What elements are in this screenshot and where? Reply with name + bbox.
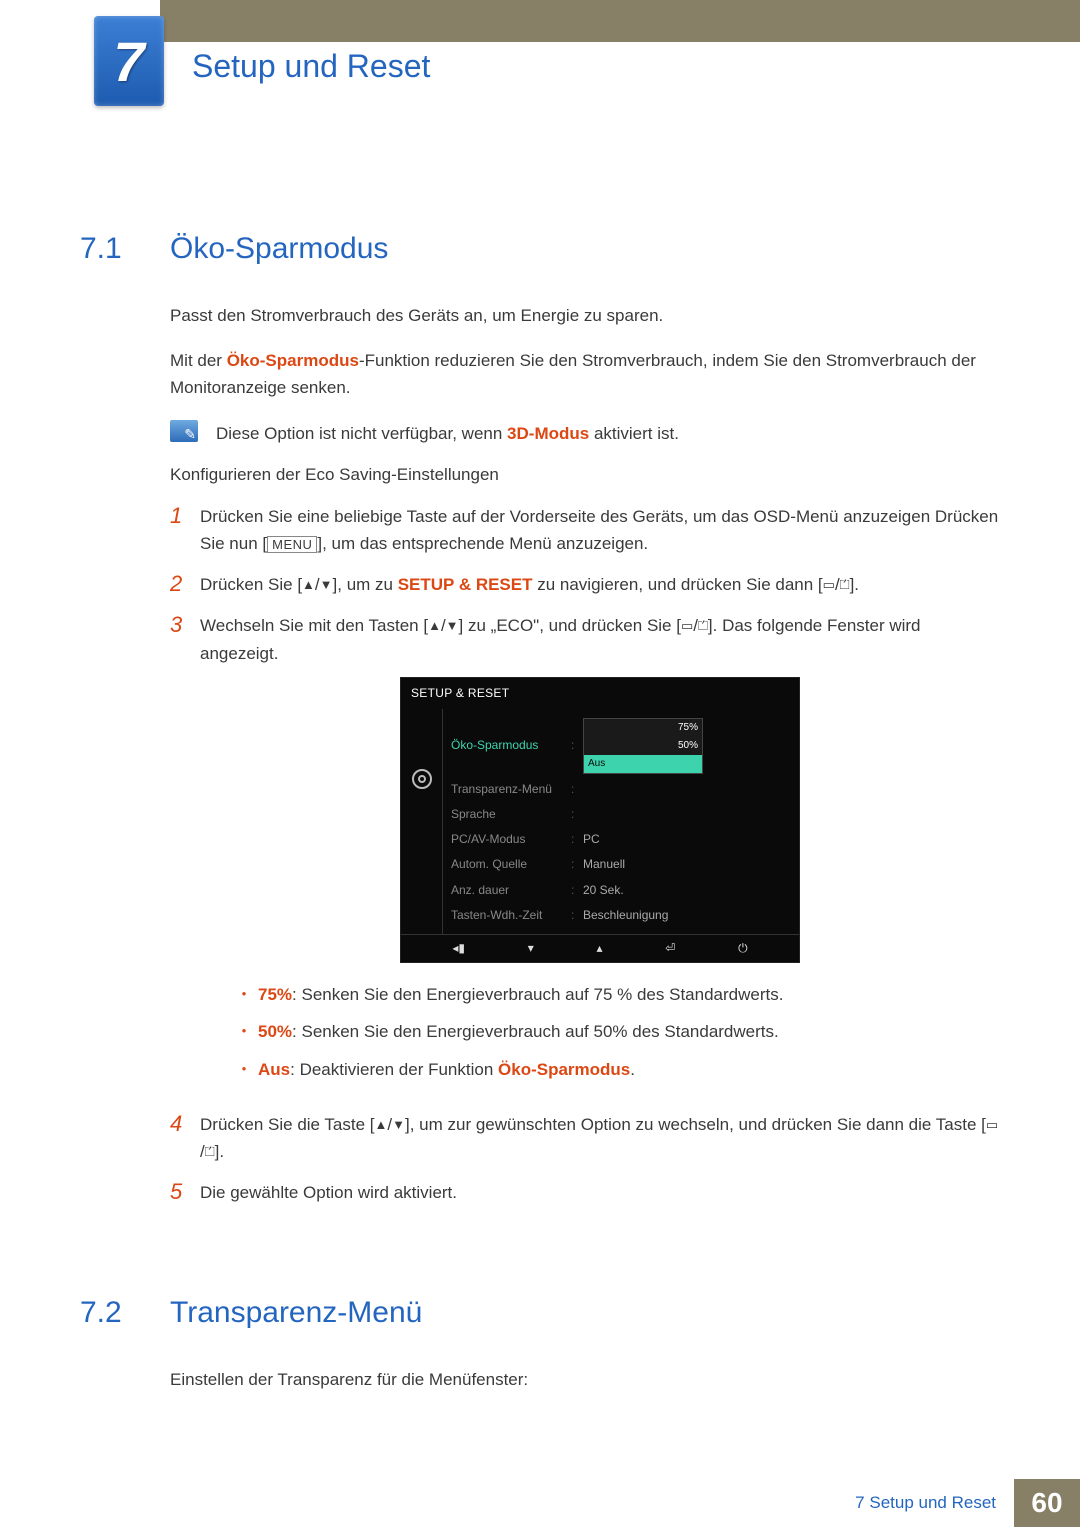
osd-screenshot: SETUP & RESET Öko-Sparmodus : 75 [400, 677, 800, 964]
chapter-title: Setup und Reset [192, 48, 430, 85]
rect-icon: ▭ [681, 616, 693, 637]
section-title: Transparenz-Menü [170, 1296, 422, 1330]
up-icon: ▲ [375, 1115, 388, 1136]
note-icon [170, 420, 198, 442]
footer-chapter-label: 7 Setup und Reset [837, 1479, 1014, 1527]
enter-icon: ⏍ [205, 1142, 215, 1163]
osd-dropdown: 75% 50% Aus [583, 718, 703, 774]
osd-menu: Öko-Sparmodus : 75% 50% Aus [443, 709, 799, 934]
menu-key: MENU [267, 536, 317, 553]
osd-nav-icon: ▾ [528, 939, 534, 958]
rect-icon: ▭ [986, 1115, 998, 1136]
gear-icon [412, 769, 432, 789]
step-number: 4 [170, 1111, 200, 1165]
osd-row: Transparenz-Menü: [443, 777, 799, 802]
step-number: 3 [170, 612, 200, 1096]
osd-row: Anz. dauer:20 Sek. [443, 878, 799, 903]
bullet-list: ● 75%: Senken Sie den Energieverbrauch a… [230, 981, 1000, 1083]
step-text: Wechseln Sie mit den Tasten [▲/▼] zu „EC… [200, 612, 1000, 1096]
list-item: ● Aus: Deaktivieren der Funktion Öko-Spa… [230, 1056, 1000, 1083]
osd-row: Autom. Quelle:Manuell [443, 852, 799, 877]
step-4: 4 Drücken Sie die Taste [▲/▼], um zur ge… [170, 1111, 1000, 1165]
osd-row: PC/AV-Modus:PC [443, 827, 799, 852]
chapter-badge: 7 [94, 16, 164, 106]
step-text: Drücken Sie die Taste [▲/▼], um zur gewü… [200, 1111, 1000, 1165]
step-2: 2 Drücken Sie [▲/▼], um zu SETUP & RESET… [170, 571, 1000, 598]
step-3: 3 Wechseln Sie mit den Tasten [▲/▼] zu „… [170, 612, 1000, 1096]
note-text: Diese Option ist nicht verfügbar, wenn 3… [216, 420, 679, 447]
paragraph: Mit der Öko-Sparmodus-Funktion reduziere… [170, 347, 1000, 401]
osd-row: Tasten-Wdh.-Zeit:Beschleunigung [443, 903, 799, 928]
down-icon: ▼ [446, 616, 459, 637]
paragraph: Einstellen der Transparenz für die Menüf… [170, 1366, 1000, 1393]
highlight-term: SETUP & RESET [398, 575, 533, 594]
step-text: Drücken Sie [▲/▼], um zu SETUP & RESET z… [200, 571, 1000, 598]
up-icon: ▲ [302, 575, 315, 596]
page-content: 7.1 Öko-Sparmodus Passt den Stromverbrau… [0, 42, 1080, 1394]
osd-sidebar [401, 709, 443, 934]
chapter-number: 7 [113, 29, 144, 94]
highlight-term: 3D-Modus [507, 424, 589, 443]
list-item: ● 50%: Senken Sie den Energieverbrauch a… [230, 1018, 1000, 1045]
section-number: 7.1 [80, 232, 170, 266]
step-number: 1 [170, 503, 200, 557]
section-7-2: 7.2 Transparenz-Menü Einstellen der Tran… [80, 1296, 1000, 1393]
rect-icon: ▭ [823, 575, 835, 596]
section-7-2-heading: 7.2 Transparenz-Menü [80, 1296, 1000, 1330]
down-icon: ▼ [392, 1115, 405, 1136]
step-text: Drücken Sie eine beliebige Taste auf der… [200, 503, 1000, 557]
osd-row: Sprache: [443, 802, 799, 827]
page-number: 60 [1014, 1479, 1080, 1527]
enter-icon: ⏍ [698, 616, 708, 637]
enter-icon: ⏍ [840, 575, 850, 596]
osd-label: Öko-Sparmodus [451, 736, 571, 755]
step-number: 2 [170, 571, 200, 598]
bullet-icon: ● [230, 1018, 258, 1045]
osd-nav-icon: ⏎ [665, 939, 675, 958]
bullet-icon: ● [230, 1056, 258, 1083]
section-title: Öko-Sparmodus [170, 232, 388, 266]
page-footer: 7 Setup und Reset 60 [0, 1479, 1080, 1527]
osd-nav-icon: ⏻ [738, 939, 748, 958]
section-number: 7.2 [80, 1296, 170, 1330]
down-icon: ▼ [320, 575, 333, 596]
list-item: ● 75%: Senken Sie den Energieverbrauch a… [230, 981, 1000, 1008]
step-1: 1 Drücken Sie eine beliebige Taste auf d… [170, 503, 1000, 557]
osd-footer: ◂▮ ▾ ▴ ⏎ ⏻ [401, 934, 799, 962]
subheading: Konfigurieren der Eco Saving-Einstellung… [170, 465, 1000, 485]
step-number: 5 [170, 1179, 200, 1206]
header-bar [160, 0, 1080, 42]
bullet-icon: ● [230, 981, 258, 1008]
osd-title: SETUP & RESET [401, 678, 799, 709]
step-5: 5 Die gewählte Option wird aktiviert. [170, 1179, 1000, 1206]
step-text: Die gewählte Option wird aktiviert. [200, 1179, 1000, 1206]
osd-nav-icon: ◂▮ [452, 939, 465, 958]
osd-nav-icon: ▴ [597, 939, 603, 958]
step-list: 1 Drücken Sie eine beliebige Taste auf d… [170, 503, 1000, 1207]
up-icon: ▲ [428, 616, 441, 637]
highlight-term: Öko-Sparmodus [227, 351, 359, 370]
paragraph: Passt den Stromverbrauch des Geräts an, … [170, 302, 1000, 329]
section-7-1-heading: 7.1 Öko-Sparmodus [80, 232, 1000, 266]
osd-row: Öko-Sparmodus : 75% 50% Aus [443, 715, 799, 777]
note: Diese Option ist nicht verfügbar, wenn 3… [170, 420, 1000, 447]
